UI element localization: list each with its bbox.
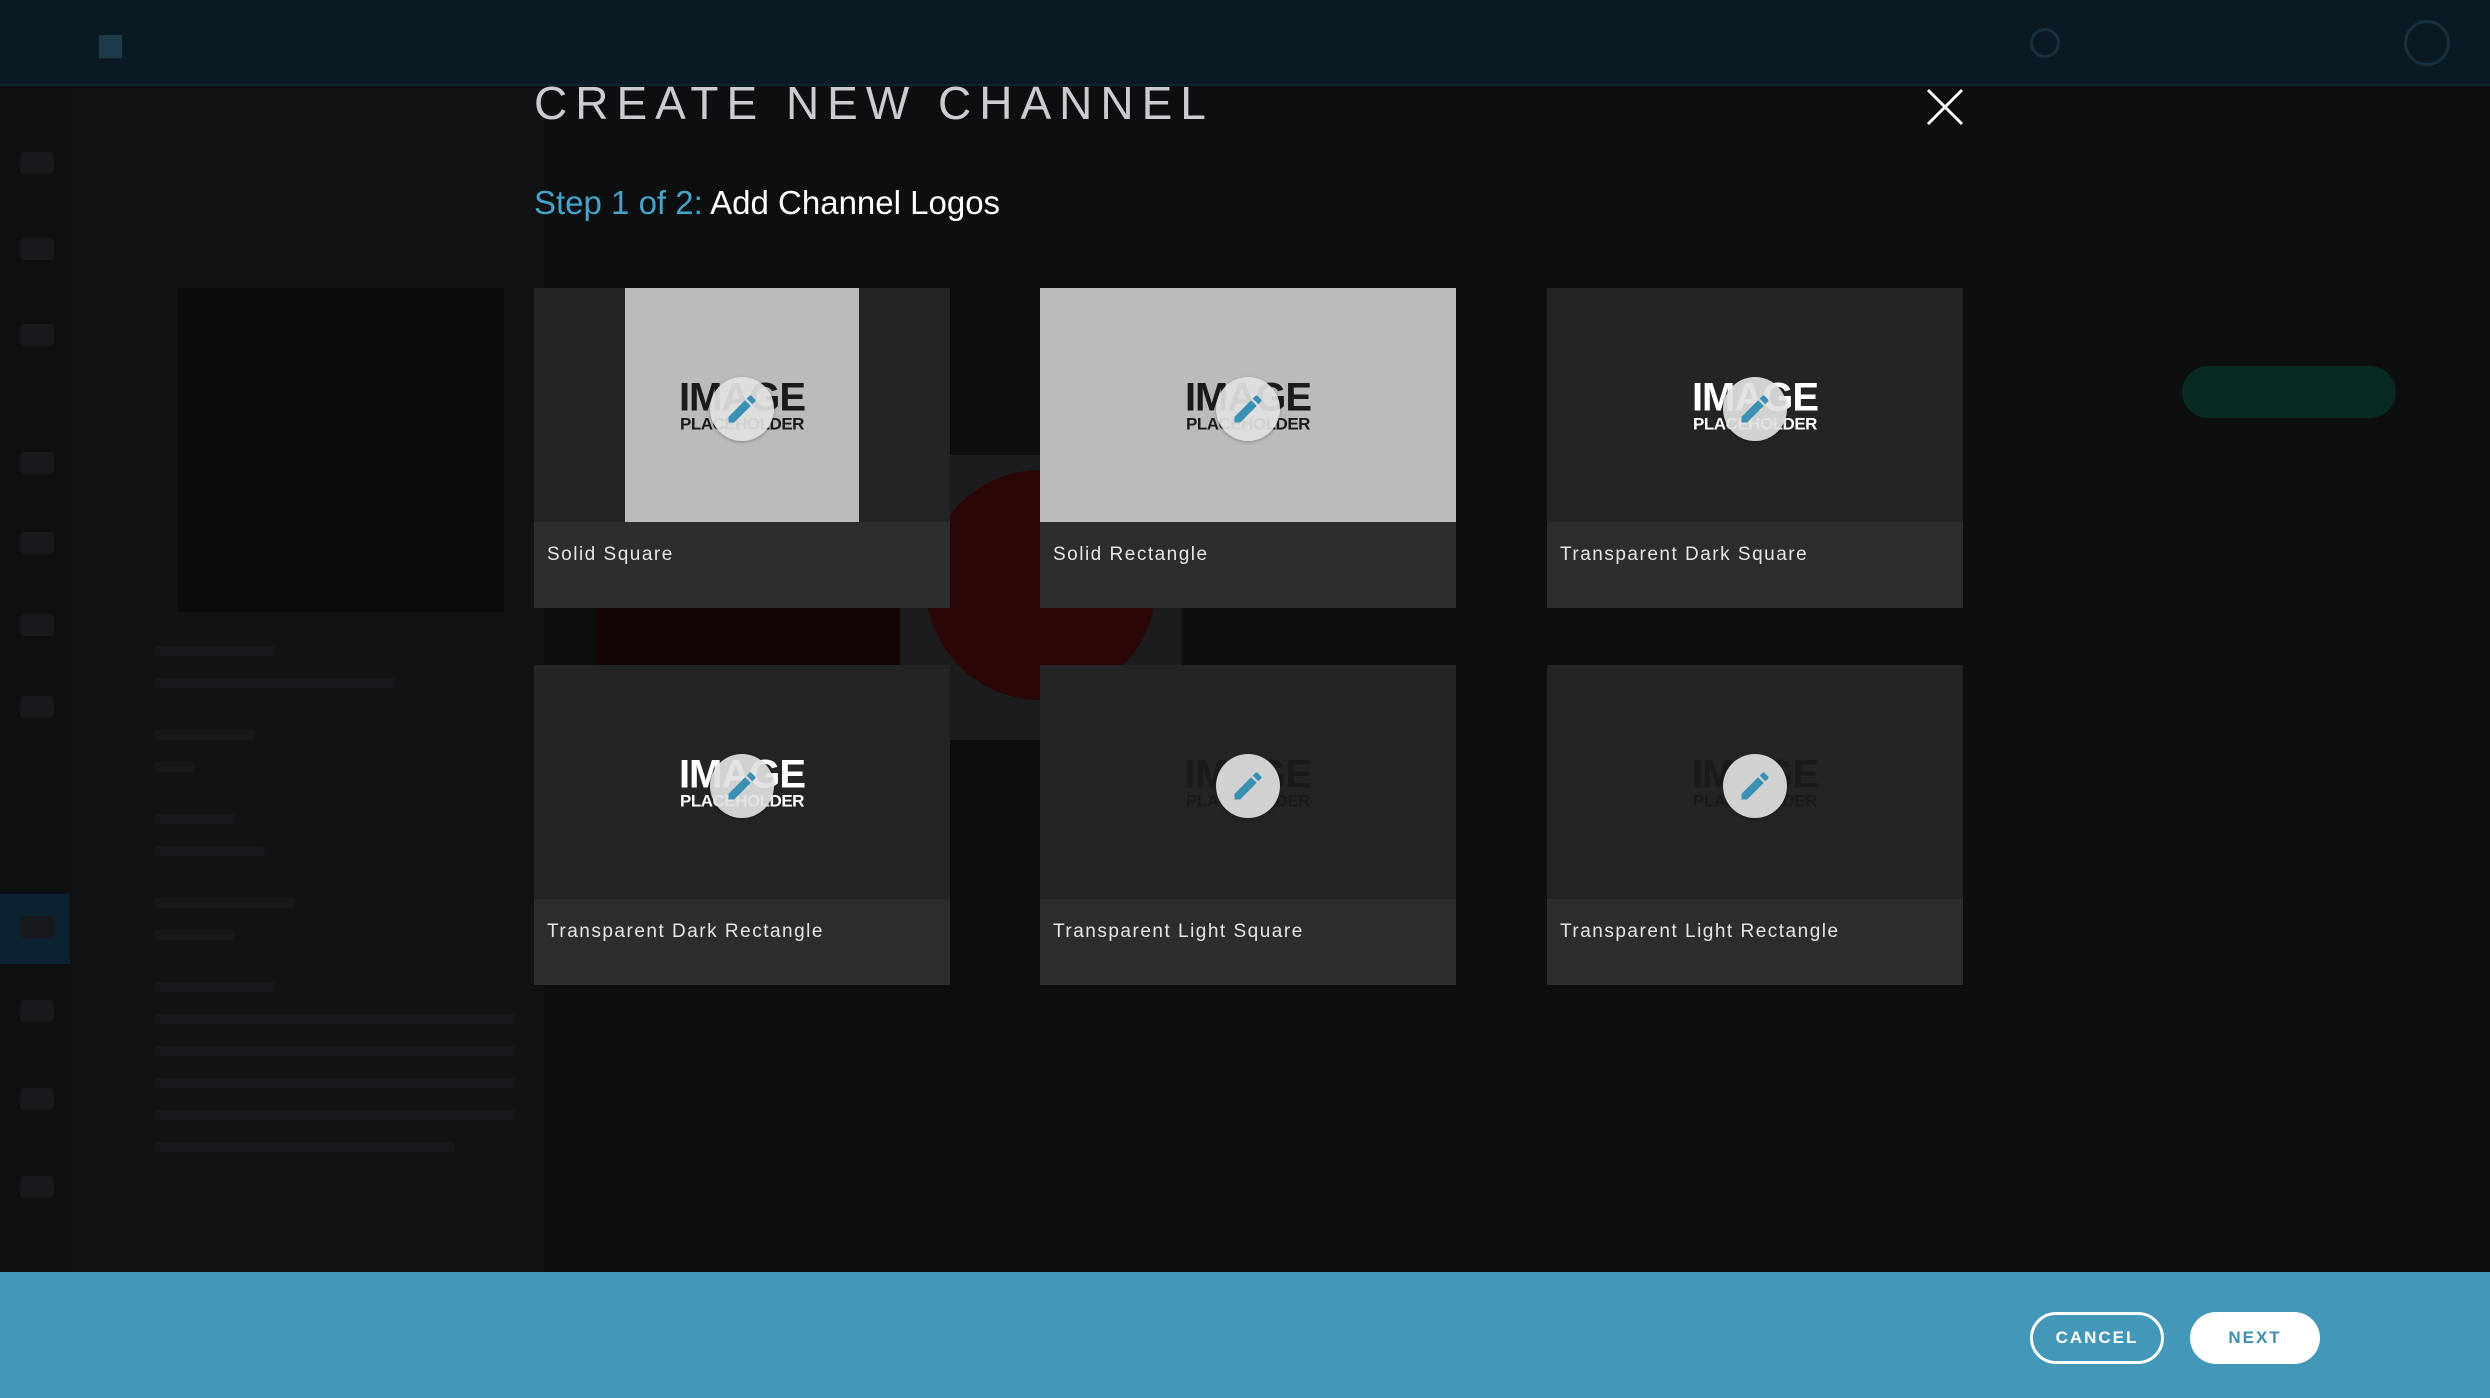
background-field bbox=[155, 898, 295, 908]
logo-thumbnail: IMAGE PLACEHOLDER bbox=[1547, 288, 1963, 522]
pencil-icon bbox=[1234, 772, 1262, 800]
logo-slot-label: Transparent Light Square bbox=[1053, 921, 1304, 942]
background-field bbox=[155, 846, 265, 856]
background-channel-logo bbox=[178, 288, 504, 612]
edit-logo-button[interactable] bbox=[1723, 377, 1787, 441]
logo-thumbnail: IMAGE PLACEHOLDER bbox=[534, 665, 950, 899]
close-button[interactable] bbox=[1922, 84, 1968, 130]
modal-title: CREATE NEW CHANNEL bbox=[534, 77, 1214, 129]
background-field bbox=[155, 982, 275, 992]
background-sidebar-icon bbox=[20, 1176, 54, 1198]
background-field bbox=[155, 646, 275, 656]
background-logo: ■ bbox=[96, 19, 125, 72]
background-field bbox=[155, 762, 195, 772]
background-sidebar bbox=[0, 88, 74, 1398]
background-field bbox=[155, 678, 395, 688]
background-sidebar-icon bbox=[20, 238, 54, 260]
background-detail-panel bbox=[74, 88, 544, 1398]
background-sidebar-icon bbox=[20, 1088, 54, 1110]
background-field bbox=[155, 1110, 515, 1120]
background-sidebar-icon bbox=[20, 152, 54, 174]
edit-logo-button[interactable] bbox=[710, 754, 774, 818]
logo-slot-label: Solid Square bbox=[547, 544, 674, 565]
background-field bbox=[155, 1014, 515, 1024]
background-field bbox=[155, 930, 235, 940]
background-sidebar-icon bbox=[20, 324, 54, 346]
background-sidebar-icon bbox=[20, 532, 54, 554]
background-sidebar-icon bbox=[20, 696, 54, 718]
background-field bbox=[155, 1046, 515, 1056]
logo-slot-label: Transparent Dark Square bbox=[1560, 544, 1809, 565]
logo-slot-transparent-dark-rectangle[interactable]: IMAGE PLACEHOLDER Transparent Dark Recta… bbox=[534, 665, 950, 985]
cancel-button[interactable]: CANCEL bbox=[2030, 1312, 2164, 1364]
background-field bbox=[155, 1078, 515, 1088]
logo-slot-solid-square[interactable]: IMAGE PLACEHOLDER Solid Square bbox=[534, 288, 950, 608]
pencil-icon bbox=[1741, 772, 1769, 800]
next-button[interactable]: NEXT bbox=[2190, 1312, 2320, 1364]
edit-logo-button[interactable] bbox=[1216, 377, 1280, 441]
logo-slot-label: Transparent Dark Rectangle bbox=[547, 921, 824, 942]
background-avatar bbox=[2404, 20, 2450, 66]
logo-thumbnail: IMAGE PLACEHOLDER bbox=[534, 288, 950, 522]
pencil-icon bbox=[728, 395, 756, 423]
step-indicator: Step 1 of 2: bbox=[534, 184, 703, 221]
step-heading: Step 1 of 2: Add Channel Logos bbox=[534, 184, 1000, 222]
logo-slot-transparent-light-square[interactable]: IMAGE PLACEHOLDER Transparent Light Squa… bbox=[1040, 665, 1456, 985]
logo-thumbnail: IMAGE PLACEHOLDER bbox=[1040, 665, 1456, 899]
background-sidebar-icon bbox=[20, 614, 54, 636]
logo-slot-label: Solid Rectangle bbox=[1053, 544, 1209, 565]
edit-logo-button[interactable] bbox=[1216, 754, 1280, 818]
logo-slot-label: Transparent Light Rectangle bbox=[1560, 921, 1840, 942]
logo-thumbnail: IMAGE PLACEHOLDER bbox=[1040, 288, 1456, 522]
edit-logo-button[interactable] bbox=[1723, 754, 1787, 818]
background-sidebar-icon bbox=[20, 452, 54, 474]
pencil-icon bbox=[1741, 395, 1769, 423]
background-topbar: ■ bbox=[0, 0, 2490, 86]
background-sidebar-icon bbox=[20, 916, 54, 938]
pencil-icon bbox=[728, 772, 756, 800]
step-title: Add Channel Logos bbox=[710, 184, 1001, 221]
pencil-icon bbox=[1234, 395, 1262, 423]
logo-slot-transparent-dark-square[interactable]: IMAGE PLACEHOLDER Transparent Dark Squar… bbox=[1547, 288, 1963, 608]
logo-slot-transparent-light-rectangle[interactable]: IMAGE PLACEHOLDER Transparent Light Rect… bbox=[1547, 665, 1963, 985]
background-bell-icon bbox=[2030, 28, 2060, 58]
background-field bbox=[155, 730, 255, 740]
edit-logo-button[interactable] bbox=[710, 377, 774, 441]
background-field bbox=[155, 814, 235, 824]
background-sidebar-icon bbox=[20, 1000, 54, 1022]
close-icon bbox=[1926, 88, 1964, 126]
background-field bbox=[155, 1142, 455, 1152]
background-add-button bbox=[2182, 366, 2396, 418]
logo-thumbnail: IMAGE PLACEHOLDER bbox=[1547, 665, 1963, 899]
logo-slot-solid-rectangle[interactable]: IMAGE PLACEHOLDER Solid Rectangle bbox=[1040, 288, 1456, 608]
